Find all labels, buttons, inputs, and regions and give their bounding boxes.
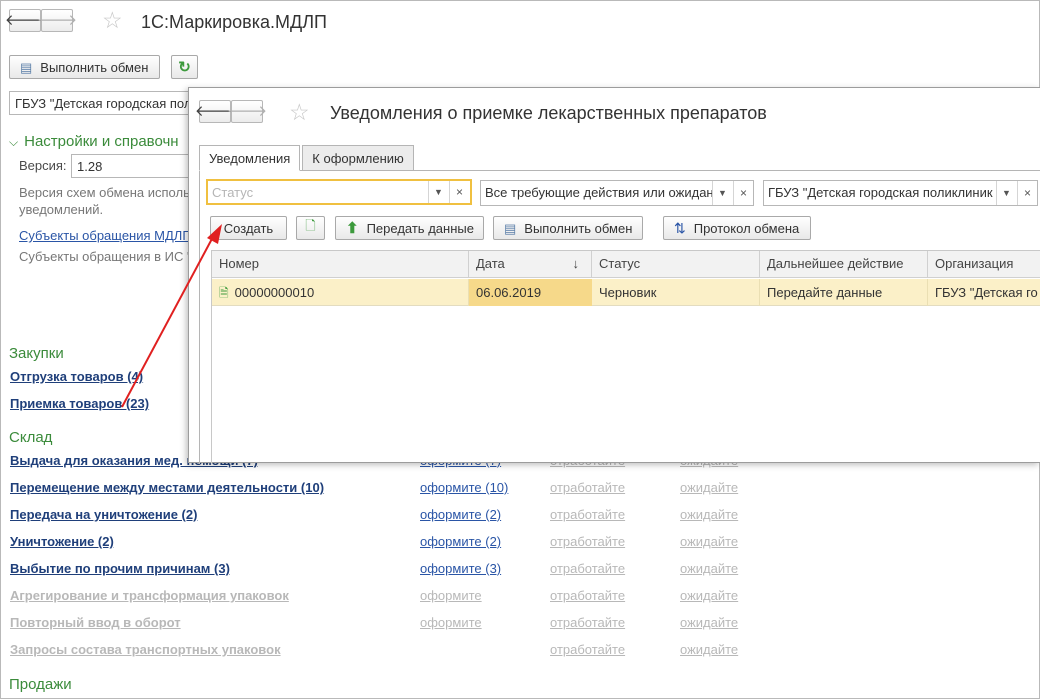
- annotation-arrow: [121, 224, 222, 408]
- annotation-arrow-line: [121, 234, 215, 408]
- annotation-arrow-head: [207, 224, 222, 244]
